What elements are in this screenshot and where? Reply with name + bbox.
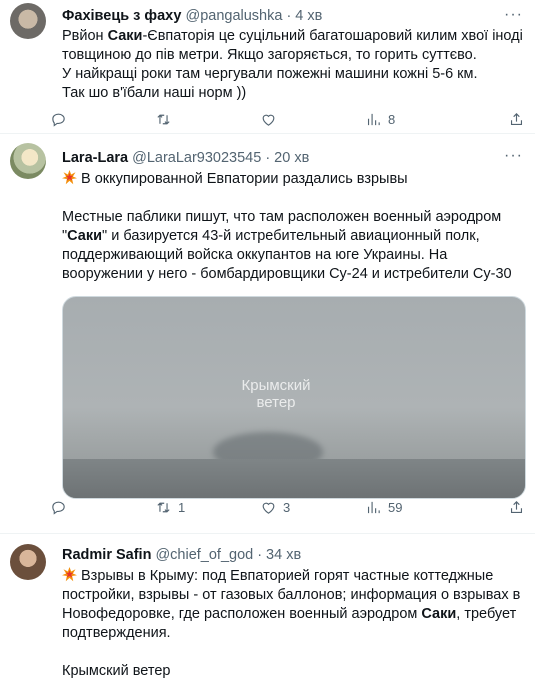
tweet-1[interactable]: Фахівець з фаху @pangalushka · 4 хв ··· … [0, 0, 535, 134]
handle[interactable]: @LaraLar93023545 [132, 150, 261, 166]
retweet-icon [157, 501, 170, 513]
tweet-header: Lara-Lara @LaraLar93023545 · 20 хв [62, 148, 523, 168]
paragraph-body: Местные паблики пишут, что там расположе… [62, 208, 523, 284]
text-prefix: Рвйон [62, 28, 108, 44]
tweet-header: Фахівець з фаху @pangalushka · 4 хв [62, 6, 523, 26]
tweet-text: В оккупированной Евпатории раздались взр… [62, 170, 523, 284]
timestamp[interactable]: 34 хв [266, 547, 301, 563]
text-part-a: Местные паблики пишут, что там расположе… [62, 209, 502, 225]
like-icon [262, 502, 275, 514]
watermark-line-2: ветер [256, 394, 296, 411]
tweet-2[interactable]: Lara-Lara @LaraLar93023545 · 20 хв ··· В… [0, 134, 535, 534]
more-icon[interactable]: ··· [504, 6, 523, 24]
display-name[interactable]: Фахівець з фаху [62, 8, 181, 24]
views-count: 8 [388, 111, 396, 127]
action-bar: 1 3 59 [50, 495, 523, 519]
display-name[interactable]: Radmir Safin [62, 547, 151, 563]
collision-emoji-icon [62, 170, 77, 185]
views-icon [367, 113, 380, 125]
reply-button[interactable] [50, 111, 155, 128]
retweet-button[interactable]: 1 [155, 499, 260, 516]
watermark-line-1: Крымский [241, 377, 311, 394]
separator-dot: · [265, 150, 271, 166]
headline: В оккупированной Евпатории раздались взр… [81, 171, 408, 187]
like-count: 3 [283, 499, 291, 515]
like-icon [262, 114, 275, 126]
watermark-logo: Крымский ветер [231, 357, 321, 427]
retweet-button[interactable] [155, 111, 260, 128]
timestamp[interactable]: 4 хв [295, 8, 322, 24]
action-bar: 8 [50, 107, 523, 131]
retweet-count: 1 [178, 499, 186, 515]
avatar[interactable] [10, 3, 46, 39]
timestamp[interactable]: 20 хв [274, 150, 309, 166]
share-icon [510, 112, 523, 125]
share-button[interactable] [508, 499, 525, 516]
views-button[interactable]: 59 [365, 499, 470, 516]
tweet-text: Взрывы в Крыму: под Евпаторией горят час… [62, 567, 523, 680]
avatar[interactable] [10, 544, 46, 580]
media-image[interactable]: Крымский ветер [62, 296, 526, 499]
reply-icon [52, 113, 65, 127]
separator-dot: · [286, 8, 292, 24]
tweet-text: Рвйон Саки-Євпаторія це суцільний багато… [62, 27, 523, 103]
tweet-header: Radmir Safin @chief_of_god · 34 хв [62, 545, 523, 565]
like-button[interactable]: 3 [260, 499, 365, 516]
more-icon[interactable]: ··· [504, 147, 523, 165]
retweet-icon [157, 113, 170, 125]
views-button[interactable]: 8 [365, 111, 470, 128]
text-line-2: У найкращі роки там чергували пожежні ма… [62, 66, 478, 82]
share-icon [510, 500, 523, 513]
reply-icon [52, 501, 65, 515]
reply-button[interactable] [50, 499, 155, 516]
views-icon [367, 501, 380, 513]
text-footer: Крымский ветер [62, 663, 171, 679]
collision-emoji-icon [62, 567, 77, 582]
avatar[interactable] [10, 143, 46, 179]
bold-keyword: Саки [67, 228, 103, 244]
bold-keyword: Саки [107, 28, 143, 44]
handle[interactable]: @chief_of_god [155, 547, 253, 563]
like-button[interactable] [260, 111, 365, 128]
display-name[interactable]: Lara-Lara [62, 150, 128, 166]
tweet-3[interactable]: Radmir Safin @chief_of_god · 34 хв Взрыв… [0, 534, 535, 680]
text-part-b: " и базируется 43-й истребительный авиац… [62, 228, 512, 282]
share-button[interactable] [508, 111, 525, 128]
handle[interactable]: @pangalushka [185, 8, 282, 24]
separator-dot: · [257, 547, 263, 563]
text-line-3: Так шо в'їбали наші норм )) [62, 85, 247, 101]
shoreline [63, 459, 525, 498]
bold-keyword: Саки [421, 606, 457, 622]
views-count: 59 [388, 499, 403, 515]
